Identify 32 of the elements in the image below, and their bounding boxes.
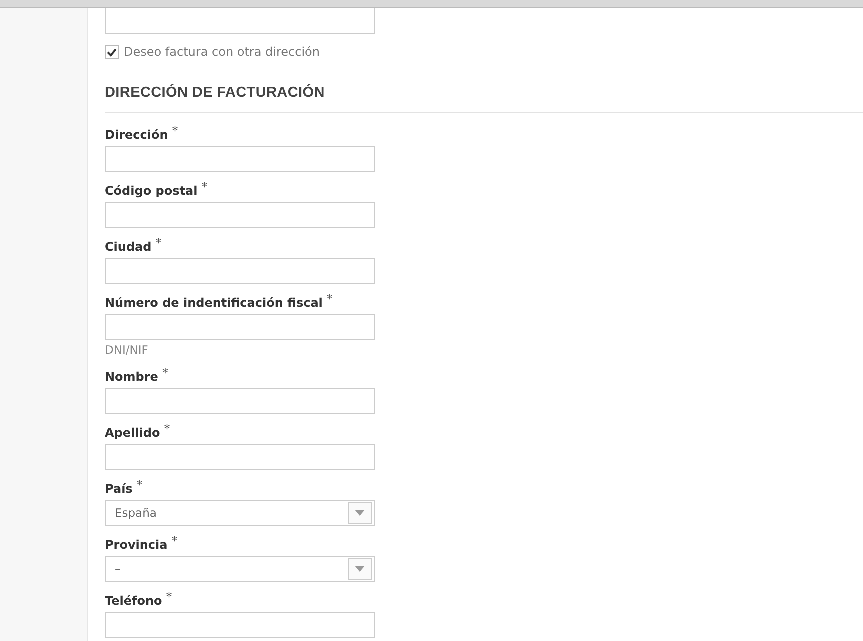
field-label: Código postal [105, 183, 198, 200]
field-label: Teléfono [105, 593, 162, 610]
text-field[interactable] [105, 8, 375, 34]
required-mark: * [136, 478, 143, 492]
text-field[interactable] [105, 146, 375, 172]
field-label: Provincia [105, 537, 168, 554]
text-field[interactable] [105, 612, 375, 638]
field-label: Apellido [105, 425, 160, 442]
checkbox-label: Deseo factura con otra dirección [124, 45, 320, 59]
required-mark: * [172, 124, 178, 138]
required-mark: * [172, 534, 178, 548]
checkbox[interactable] [105, 45, 119, 59]
field-hint: DNI/NIF [105, 342, 150, 358]
text-field[interactable] [105, 202, 375, 228]
field-label: Dirección [105, 127, 168, 144]
required-mark: * [202, 180, 208, 194]
field-label: País [105, 481, 133, 498]
field-label: Ciudad [105, 239, 152, 256]
select-field[interactable]: – [105, 556, 375, 582]
required-mark: * [166, 590, 172, 604]
required-mark: * [156, 236, 162, 250]
field-label: Nombre [105, 369, 158, 386]
text-field[interactable] [105, 444, 375, 470]
text-field[interactable] [105, 314, 375, 340]
text-field[interactable] [105, 388, 375, 414]
section-title: DIRECCIÓN DE FACTURACIÓN [105, 85, 326, 103]
field-label: Número de indentificación fiscal [105, 295, 323, 312]
required-mark: * [326, 292, 333, 306]
required-mark: * [164, 422, 170, 436]
select-field[interactable]: España [105, 500, 375, 526]
text-field[interactable] [105, 258, 375, 284]
required-mark: * [162, 366, 168, 380]
